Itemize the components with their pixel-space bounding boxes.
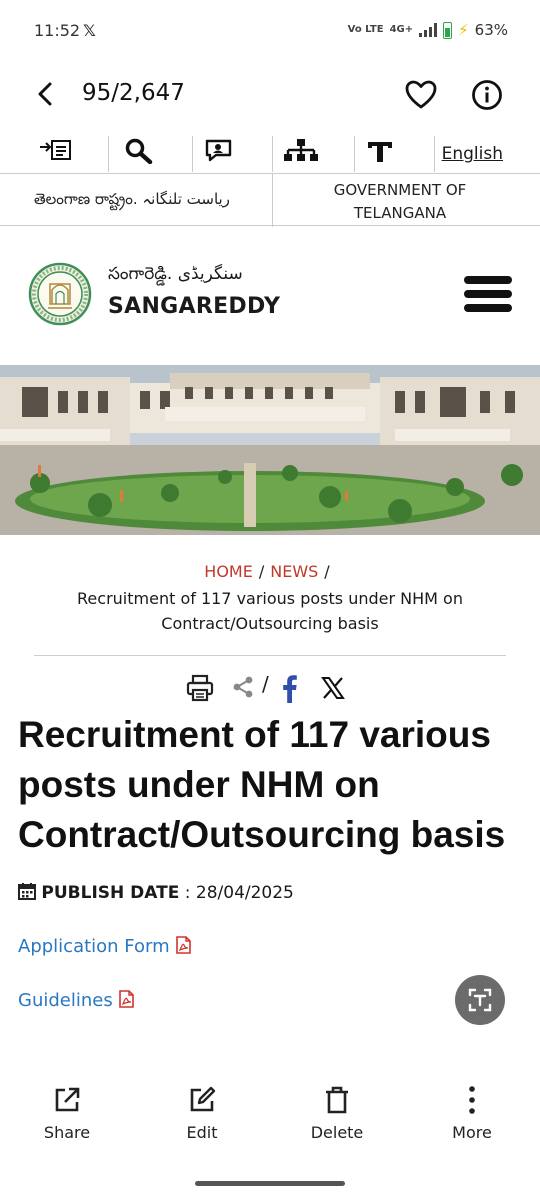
scan-text-icon — [468, 988, 492, 1012]
x-twitter-icon[interactable] — [321, 676, 345, 700]
delete-button[interactable]: Delete — [292, 1085, 382, 1142]
publish-date-value: 28/04/2025 — [195, 883, 294, 903]
breadcrumb-separator: / — [258, 562, 265, 581]
edit-button[interactable]: Edit — [157, 1085, 247, 1142]
breadcrumb-divider — [34, 655, 506, 656]
government-of-telangana: GOVERNMENT OF TELANGANA — [333, 181, 467, 222]
bottom-action-bar: Share Edit Delete More — [0, 1085, 540, 1155]
publish-date-row: PUBLISH DATE : 28/04/2025 — [18, 882, 294, 903]
more-button[interactable]: More — [427, 1085, 517, 1142]
status-time: 11:52 — [34, 21, 81, 40]
favorite-heart-icon[interactable] — [404, 78, 438, 112]
x-notification-icon: 𝕏 — [83, 21, 96, 40]
government-bar: తెలంగాణ రాష్ట్రం. ریاست تلنگانہ GOVERNME… — [0, 173, 540, 227]
social-media-icon[interactable] — [204, 138, 238, 164]
gov-bar-divider — [272, 174, 273, 227]
image-counter: 95/2,647 — [82, 80, 185, 106]
status-indicators: Vo LTE 4G+ ⚡ 63% — [348, 21, 508, 39]
toolbar-divider — [108, 136, 109, 172]
sitemap-icon[interactable] — [283, 138, 319, 164]
charging-icon: ⚡ — [458, 21, 469, 39]
more-vertical-icon — [469, 1086, 475, 1114]
breadcrumb-separator: / — [324, 562, 330, 581]
menu-hamburger-icon[interactable] — [464, 276, 512, 312]
language-link-english[interactable]: English — [442, 144, 503, 164]
share-separator: / — [262, 672, 269, 696]
facebook-icon[interactable] — [280, 673, 298, 703]
edit-label: Edit — [186, 1123, 218, 1142]
accessibility-toolbar: English — [0, 136, 540, 174]
breadcrumb-current: Recruitment of 117 various posts under N… — [77, 589, 463, 633]
telangana-emblem-logo[interactable] — [28, 262, 92, 326]
toolbar-divider — [354, 136, 355, 172]
website-screenshot: English తెలంగాణ రాష్ట్రం. ریاست تلنگانہ … — [0, 130, 540, 1060]
delete-label: Delete — [310, 1123, 364, 1142]
calendar-icon — [18, 883, 36, 900]
breadcrumb: HOME / NEWS / — [0, 562, 540, 581]
info-icon[interactable] — [470, 78, 504, 112]
share-external-icon — [55, 1087, 80, 1112]
search-icon[interactable] — [124, 138, 156, 164]
share-icon[interactable] — [232, 676, 254, 698]
status-bar: 11:52 𝕏 Vo LTE 4G+ ⚡ 63% — [0, 0, 540, 62]
district-name[interactable]: SANGAREDDY — [108, 294, 280, 319]
breadcrumb-home[interactable]: HOME — [204, 562, 253, 581]
network-type: 4G+ — [389, 24, 414, 35]
trash-icon — [326, 1086, 348, 1114]
application-form-label[interactable]: Application Form — [18, 936, 170, 957]
lens-scan-button[interactable] — [455, 975, 505, 1025]
collectorate-building-photo — [0, 365, 540, 535]
toolbar-divider — [192, 136, 193, 172]
pdf-icon — [175, 936, 191, 954]
signal-icon — [419, 23, 438, 37]
share-button[interactable]: Share — [22, 1085, 112, 1142]
back-arrow-icon[interactable] — [32, 80, 60, 108]
print-icon[interactable] — [186, 674, 214, 702]
article-title: Recruitment of 117 various posts under N… — [18, 714, 506, 855]
pdf-icon — [118, 990, 134, 1008]
text-size-icon[interactable] — [366, 138, 396, 164]
guidelines-label[interactable]: Guidelines — [18, 990, 113, 1011]
district-name-regional: సంగారెడ్డి. سنگریڈی — [108, 264, 243, 284]
skip-to-content-icon[interactable] — [38, 138, 74, 164]
gesture-home-indicator[interactable] — [195, 1181, 345, 1186]
breadcrumb-news[interactable]: NEWS — [270, 562, 318, 581]
publish-date-colon: : — [184, 883, 191, 903]
battery-percent: 63% — [474, 21, 508, 39]
toolbar-divider — [434, 136, 435, 172]
site-header: సంగారెడ్డి. سنگریڈی SANGAREDDY — [0, 256, 540, 336]
share-row: / — [0, 670, 540, 706]
application-form-link[interactable]: Application Form — [18, 936, 191, 957]
more-label: More — [452, 1123, 492, 1142]
share-label: Share — [43, 1123, 91, 1142]
edit-pencil-icon — [190, 1086, 216, 1112]
toolbar-divider — [272, 136, 273, 172]
state-name-regional: తెలంగాణ రాష్ట్రం. ریاست تلنگانہ — [34, 190, 230, 208]
viewer-top-bar: 95/2,647 — [0, 62, 540, 130]
guidelines-link[interactable]: Guidelines — [18, 990, 134, 1011]
volte-indicator: Vo LTE — [347, 24, 384, 35]
publish-date-label: PUBLISH DATE — [41, 883, 180, 903]
battery-icon — [443, 21, 453, 39]
